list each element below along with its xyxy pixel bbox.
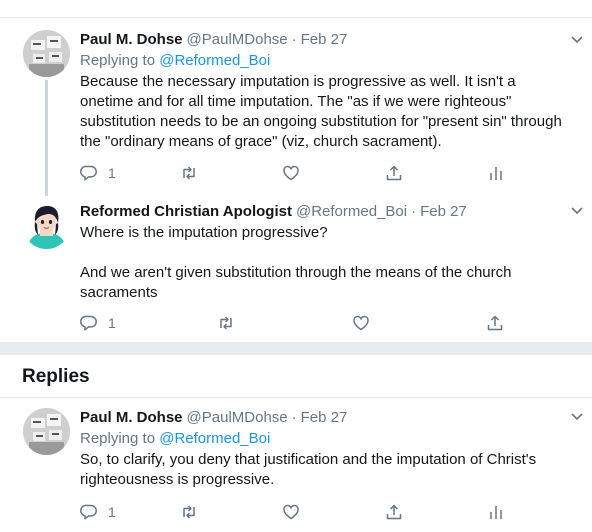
section-separator — [0, 342, 592, 355]
analytics-button[interactable] — [487, 162, 505, 184]
like-icon — [353, 315, 369, 331]
tweet-header: Paul M. Dohse @PaulMDohse · Feb 27 — [80, 408, 570, 428]
retweet-button[interactable] — [180, 162, 198, 184]
chevron-down-icon[interactable] — [570, 32, 584, 46]
share-icon — [487, 315, 503, 331]
reply-button[interactable]: 1 — [80, 501, 116, 523]
retweet-icon — [183, 505, 195, 519]
like-button[interactable] — [282, 162, 300, 184]
retweet-icon — [183, 166, 195, 180]
reply-count: 1 — [108, 504, 116, 520]
tweet-text: So, to clarify, you deny that justificat… — [80, 451, 541, 488]
separator-dot: · — [291, 409, 297, 426]
tweet-1[interactable]: Paul M. Dohse @PaulMDohse · Feb 27 Reply… — [0, 18, 592, 196]
retweet-button[interactable] — [217, 312, 235, 334]
retweet-icon — [220, 316, 232, 330]
display-name[interactable]: Paul M. Dohse — [80, 30, 183, 50]
chevron-down-icon[interactable] — [570, 203, 584, 217]
replies-heading: Replies — [22, 366, 90, 387]
replying-prefix: Replying to — [80, 430, 160, 447]
tweet-date[interactable]: Feb 27 — [301, 30, 348, 50]
reply-icon — [80, 504, 97, 520]
mention-link[interactable]: @Reformed_Boi — [159, 52, 270, 69]
tweet-date[interactable]: Feb 27 — [420, 202, 467, 222]
share-icon — [386, 504, 402, 520]
reply-icon — [80, 165, 97, 181]
tweet-text: Where is the imputation progressive? And… — [80, 224, 512, 301]
separator-dot: · — [411, 203, 417, 220]
share-button[interactable] — [385, 501, 403, 523]
avatar[interactable] — [23, 202, 70, 249]
tweet-header: Paul M. Dohse @PaulMDohse · Feb 27 — [80, 30, 570, 50]
retweet-button[interactable] — [180, 501, 198, 523]
replying-prefix: Replying to — [80, 52, 160, 69]
display-name[interactable]: Reformed Christian Apologist — [80, 202, 292, 222]
analytics-icon — [490, 506, 502, 519]
tweet-date[interactable]: Feb 27 — [301, 408, 348, 428]
separator-dot: · — [291, 31, 297, 48]
display-name[interactable]: Paul M. Dohse — [80, 408, 183, 428]
tweet-2[interactable]: Reformed Christian Apologist @Reformed_B… — [0, 192, 592, 342]
reply-count: 1 — [108, 165, 116, 181]
analytics-icon — [490, 167, 502, 180]
reply-button[interactable]: 1 — [80, 162, 116, 184]
like-icon — [283, 504, 299, 520]
like-button[interactable] — [282, 501, 300, 523]
replying-to: Replying to @Reformed_Boi — [80, 51, 570, 71]
reply-button[interactable]: 1 — [80, 312, 116, 334]
mention-link[interactable]: @Reformed_Boi — [159, 430, 270, 447]
share-icon — [386, 165, 402, 181]
replying-to: Replying to @Reformed_Boi — [80, 429, 570, 449]
reply-count: 1 — [108, 315, 116, 331]
share-button[interactable] — [385, 162, 403, 184]
user-handle[interactable]: @PaulMDohse — [187, 408, 288, 428]
tweet-text: Because the necessary imputation is prog… — [80, 73, 566, 150]
user-handle[interactable]: @PaulMDohse — [187, 30, 288, 50]
like-icon — [283, 165, 299, 181]
analytics-button[interactable] — [487, 501, 505, 523]
reply-icon — [80, 315, 97, 331]
like-button[interactable] — [352, 312, 370, 334]
tweet-3[interactable]: Paul M. Dohse @PaulMDohse · Feb 27 Reply… — [0, 398, 592, 532]
avatar[interactable] — [23, 408, 70, 455]
share-button[interactable] — [486, 312, 504, 334]
chevron-down-icon[interactable] — [570, 409, 584, 423]
thread-line — [45, 80, 48, 196]
user-handle[interactable]: @Reformed_Boi — [296, 202, 407, 222]
avatar[interactable] — [23, 30, 70, 77]
tweet-header: Reformed Christian Apologist @Reformed_B… — [80, 202, 570, 222]
